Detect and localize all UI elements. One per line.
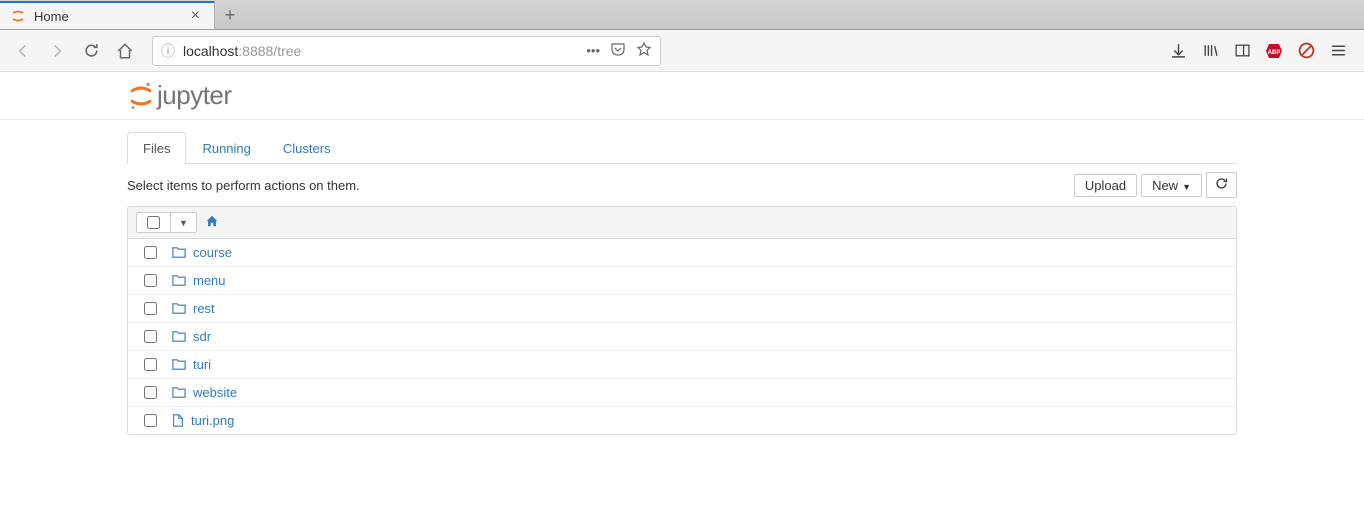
file-checkbox[interactable]	[144, 358, 157, 371]
tab-close-button[interactable]: ×	[187, 7, 204, 25]
file-name-link[interactable]: rest	[193, 301, 215, 316]
refresh-button[interactable]	[1206, 172, 1237, 198]
file-checkbox[interactable]	[144, 274, 157, 287]
new-button[interactable]: New▼	[1141, 174, 1202, 197]
jupyter-favicon	[10, 8, 26, 24]
browser-tab-bar: Home × +	[0, 0, 1364, 30]
folder-icon	[171, 245, 187, 260]
svg-text:ABP: ABP	[1268, 50, 1281, 56]
file-row: rest	[128, 295, 1236, 323]
file-checkbox[interactable]	[144, 330, 157, 343]
file-row: menu	[128, 267, 1236, 295]
folder-icon	[171, 385, 187, 400]
library-icon[interactable]	[1200, 41, 1220, 61]
select-hint: Select items to perform actions on them.	[127, 178, 360, 193]
file-name-link[interactable]: website	[193, 385, 237, 400]
forward-button[interactable]	[42, 36, 72, 66]
folder-icon	[171, 329, 187, 344]
upload-button[interactable]: Upload	[1074, 174, 1137, 197]
file-row: turi.png	[128, 407, 1236, 434]
folder-icon	[171, 273, 187, 288]
page-actions-icon[interactable]: •••	[586, 43, 600, 58]
caret-down-icon: ▼	[1182, 182, 1191, 192]
file-checkbox[interactable]	[144, 302, 157, 315]
notebook-tabs: Files Running Clusters	[127, 132, 1237, 164]
noscript-icon[interactable]	[1296, 41, 1316, 61]
file-checkbox[interactable]	[144, 414, 157, 427]
refresh-icon	[1215, 177, 1228, 190]
downloads-icon[interactable]	[1168, 41, 1188, 61]
file-list-header: ▼	[127, 206, 1237, 239]
file-row: course	[128, 239, 1236, 267]
pocket-icon[interactable]	[610, 41, 626, 60]
file-row: sdr	[128, 323, 1236, 351]
file-icon	[171, 413, 185, 428]
menu-icon[interactable]	[1328, 41, 1348, 61]
file-row: turi	[128, 351, 1236, 379]
address-bar[interactable]: ⓘ localhost:8888/tree •••	[152, 36, 661, 66]
file-name-link[interactable]: course	[193, 245, 232, 260]
file-name-link[interactable]: menu	[193, 273, 226, 288]
file-name-link[interactable]: turi	[193, 357, 211, 372]
jupyter-header: jupyter	[0, 72, 1364, 120]
url-text: localhost:8888/tree	[183, 43, 301, 59]
sidebar-icon[interactable]	[1232, 41, 1252, 61]
tab-running[interactable]: Running	[186, 132, 266, 164]
new-tab-button[interactable]: +	[215, 1, 245, 29]
breadcrumb-home-icon[interactable]	[205, 214, 219, 231]
folder-icon	[171, 357, 187, 372]
bookmark-icon[interactable]	[636, 41, 652, 60]
file-name-link[interactable]: turi.png	[191, 413, 234, 428]
jupyter-logo-icon	[127, 81, 155, 111]
folder-icon	[171, 301, 187, 316]
abp-icon[interactable]: ABP	[1264, 41, 1284, 61]
file-name-link[interactable]: sdr	[193, 329, 211, 344]
tab-files[interactable]: Files	[127, 132, 186, 164]
select-all-dropdown[interactable]: ▼	[171, 213, 196, 232]
tab-clusters[interactable]: Clusters	[267, 132, 347, 164]
reload-button[interactable]	[76, 36, 106, 66]
jupyter-logo[interactable]: jupyter	[127, 80, 1237, 111]
file-checkbox[interactable]	[144, 386, 157, 399]
browser-toolbar: ⓘ localhost:8888/tree ••• ABP	[0, 30, 1364, 72]
file-checkbox[interactable]	[144, 246, 157, 259]
home-button[interactable]	[110, 36, 140, 66]
file-list: course menu rest sdr turi website turi.png	[127, 239, 1237, 435]
site-info-icon[interactable]: ⓘ	[161, 41, 175, 61]
back-button[interactable]	[8, 36, 38, 66]
select-all-checkbox[interactable]	[137, 213, 171, 232]
file-row: website	[128, 379, 1236, 407]
tab-title: Home	[34, 9, 187, 24]
jupyter-logo-text: jupyter	[157, 80, 232, 111]
browser-tab[interactable]: Home ×	[0, 1, 215, 29]
